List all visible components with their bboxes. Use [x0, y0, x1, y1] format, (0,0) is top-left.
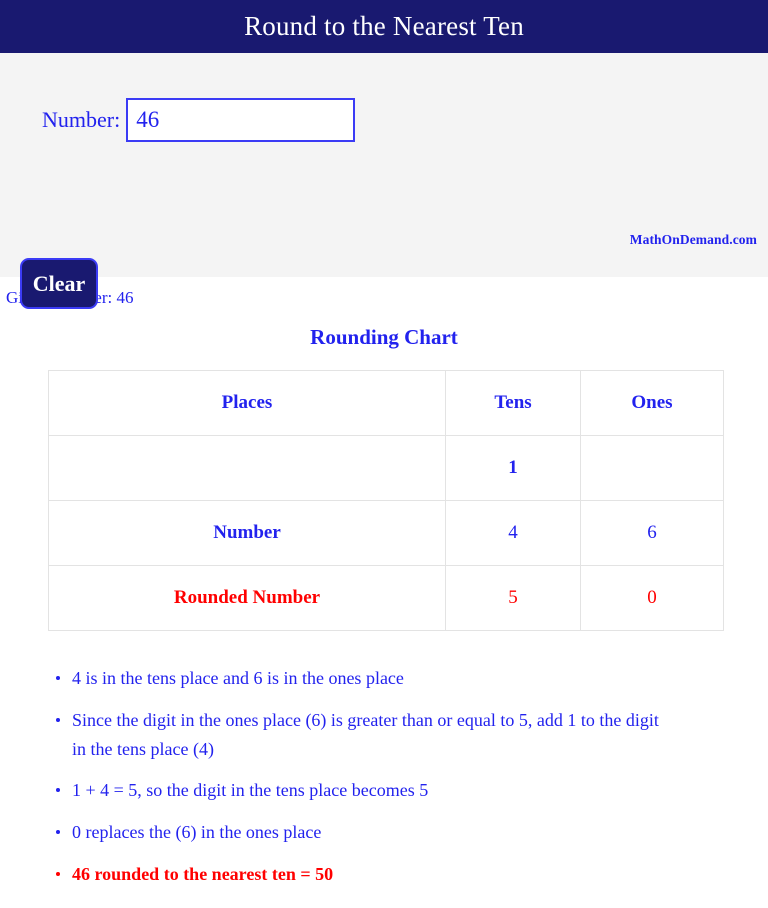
- explanation-list: 4 is in the tens place and 6 is in the o…: [0, 664, 768, 889]
- page-title: Round to the Nearest Ten: [244, 11, 524, 41]
- table-row: Rounded Number 5 0: [48, 565, 724, 631]
- number-input[interactable]: [126, 98, 356, 142]
- given-number-text: Given Number: 46: [6, 288, 134, 307]
- list-item: 4 is in the tens place and 6 is in the o…: [56, 664, 672, 693]
- column-header-ones: Ones: [580, 370, 724, 436]
- carry-row-label: [48, 435, 446, 501]
- number-label: Number:: [42, 107, 121, 132]
- column-header-tens: Tens: [445, 370, 581, 436]
- number-row-ones: 6: [580, 500, 724, 566]
- clear-button[interactable]: Clear: [20, 258, 98, 309]
- rounded-row-ones: 0: [580, 565, 724, 631]
- list-item: 0 replaces the (6) in the ones place: [56, 818, 672, 847]
- table-row: 1: [48, 435, 724, 501]
- column-header-places: Places: [48, 370, 446, 436]
- rounding-chart-title: Rounding Chart: [310, 325, 458, 349]
- carry-row-tens: 1: [445, 435, 581, 501]
- rounding-chart-table: Places Tens Ones 1 Number 4 6 Rounded Nu…: [48, 370, 724, 631]
- list-item: 1 + 4 = 5, so the digit in the tens plac…: [56, 776, 672, 805]
- list-item: Since the digit in the ones place (6) is…: [56, 706, 672, 764]
- watermark-label: MathOnDemand.com: [629, 232, 757, 247]
- table-row: Number 4 6: [48, 500, 724, 566]
- number-field-row: Number:: [0, 98, 356, 142]
- number-row-tens: 4: [445, 500, 581, 566]
- input-panel: Number: MathOnDemand.com Clear: [0, 53, 768, 309]
- rounded-row-tens: 5: [445, 565, 581, 631]
- list-item-result: 46 rounded to the nearest ten = 50: [56, 860, 672, 889]
- rounded-row-label: Rounded Number: [48, 565, 446, 631]
- carry-row-ones: [580, 435, 724, 501]
- table-header-row: Places Tens Ones: [48, 370, 724, 436]
- title-bar: Round to the Nearest Ten: [0, 0, 768, 53]
- number-row-label: Number: [48, 500, 446, 566]
